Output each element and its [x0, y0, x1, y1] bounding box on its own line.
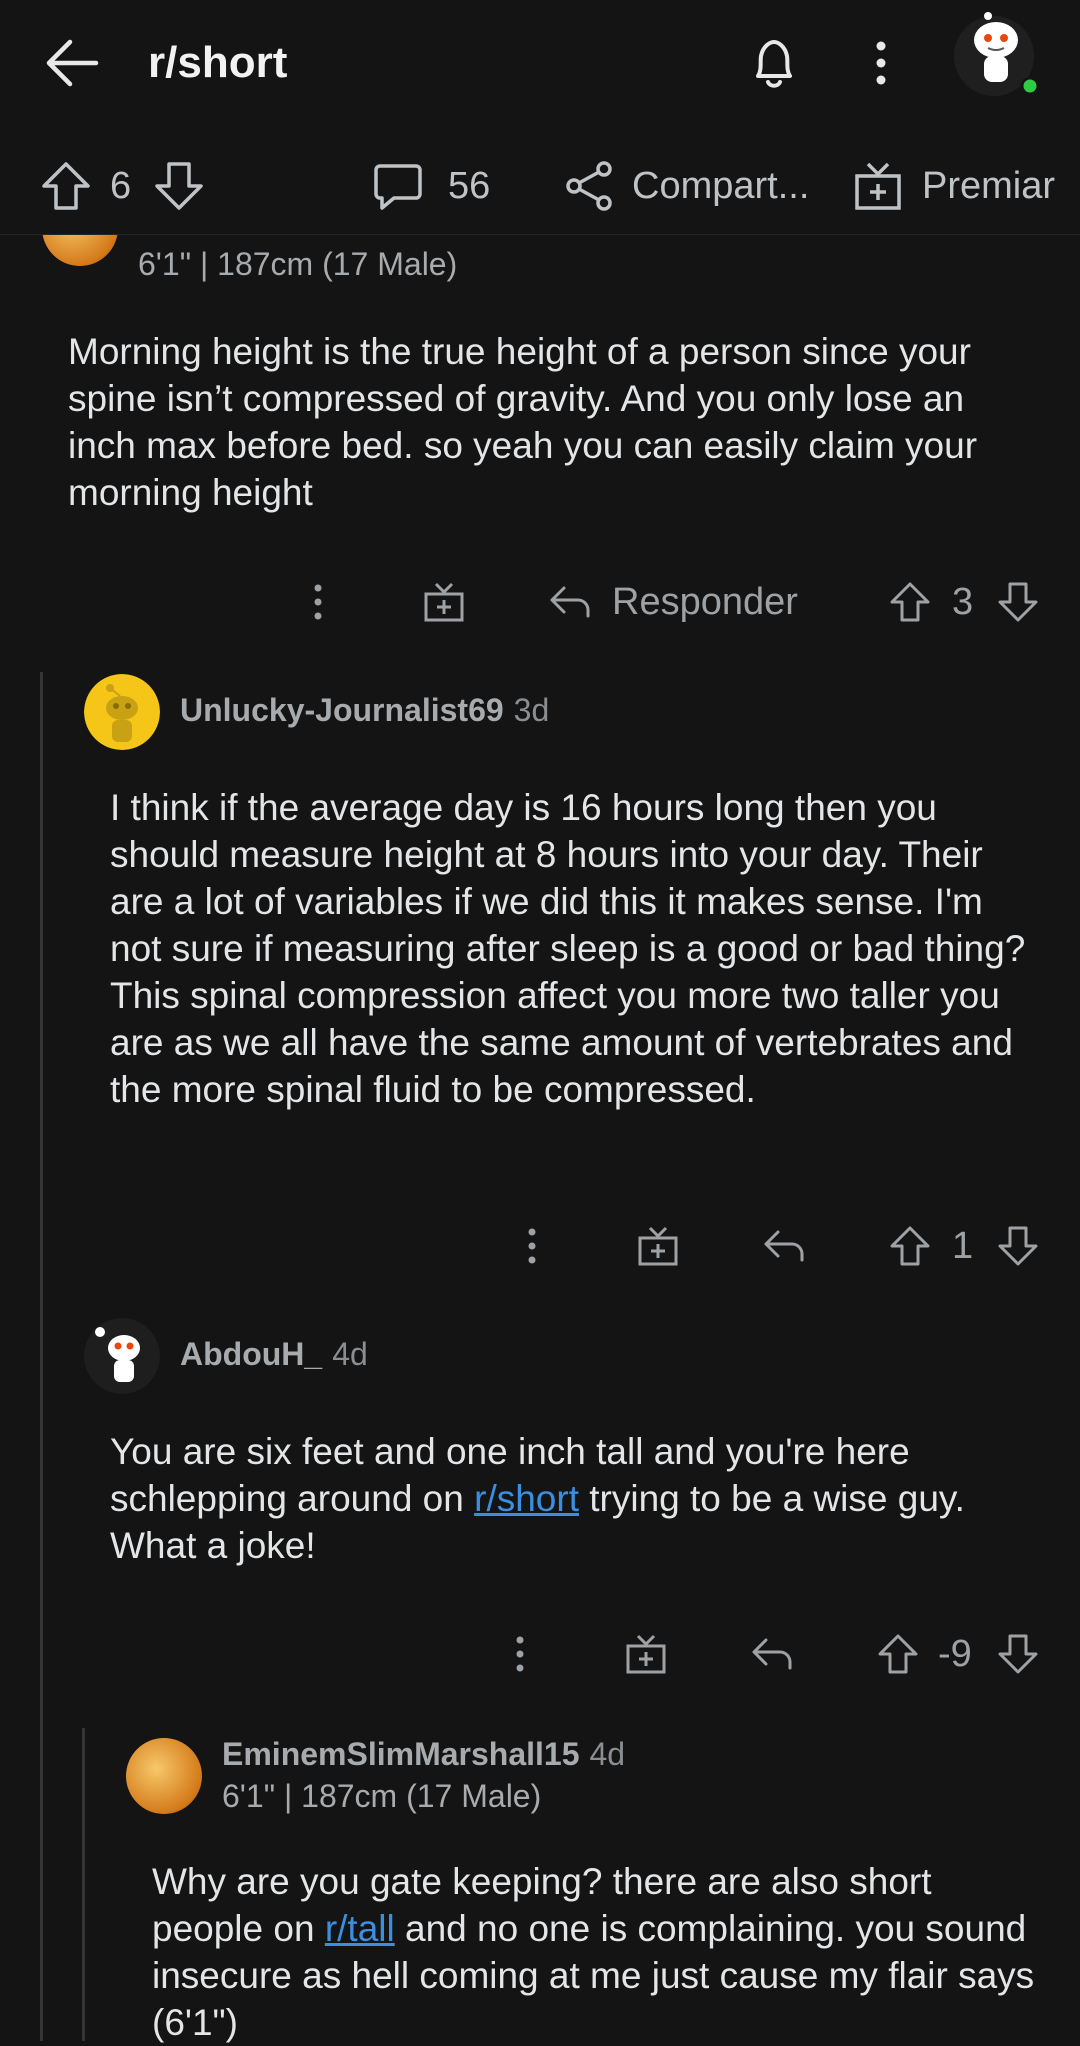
user-flair: 6'1" | 187cm (17 Male)	[222, 1778, 542, 1814]
comment-icon	[374, 164, 422, 210]
comment-author[interactable]: AbdouH_	[180, 1336, 322, 1372]
comment-age: 4d	[589, 1736, 626, 1772]
comment-body: Morning height is the true height of a p…	[68, 331, 978, 513]
downvote-icon[interactable]	[996, 1632, 1040, 1676]
upvote-icon[interactable]	[40, 160, 92, 212]
share-button[interactable]: Compart...	[564, 161, 810, 211]
comment-actions: 1	[510, 1216, 1056, 1276]
reply-icon[interactable]	[762, 1224, 806, 1268]
award-button[interactable]: Premiar	[852, 162, 1055, 210]
comment-body: I think if the average day is 16 hours l…	[110, 787, 1026, 1110]
thread-line[interactable]	[82, 1728, 85, 2041]
bell-icon[interactable]	[748, 36, 800, 92]
subreddit-link[interactable]: r/tall	[325, 1908, 395, 1949]
comment-body: Why are you gate keeping? there are also…	[152, 1858, 1042, 2046]
comment-meta: Unlucky-Journalist69 3d	[180, 692, 549, 729]
more-options-icon[interactable]	[510, 1224, 554, 1268]
back-arrow-icon[interactable]	[44, 38, 100, 88]
comment-age: 3d	[513, 692, 550, 728]
post-action-bar: 6 56 Compart... Premiar	[0, 134, 1080, 235]
downvote-icon[interactable]	[153, 160, 205, 212]
reply-icon[interactable]	[548, 580, 592, 624]
comment-age: 4d	[332, 1336, 368, 1372]
comment-avatar[interactable]	[84, 674, 160, 750]
reply-icon[interactable]	[750, 1632, 794, 1676]
comment-meta: AbdouH_ 4d	[180, 1336, 368, 1373]
comments-button[interactable]: 56	[372, 162, 490, 210]
reply-button[interactable]: Responder	[612, 581, 798, 624]
more-options-icon[interactable]	[866, 38, 896, 88]
comment-avatar[interactable]	[126, 1738, 202, 1814]
upvote-icon[interactable]	[876, 1632, 920, 1676]
comment-actions: Responder 3	[296, 572, 1056, 632]
award-label: Premiar	[922, 164, 1056, 207]
comment-author[interactable]: EminemSlimMarshall15	[222, 1736, 579, 1772]
award-icon[interactable]	[636, 1224, 680, 1268]
upvote-group: 6	[40, 162, 205, 210]
upvote-icon[interactable]	[888, 1224, 932, 1268]
more-options-icon[interactable]	[296, 580, 340, 624]
comment-avatar[interactable]	[84, 1318, 160, 1394]
share-label: Compart...	[632, 164, 810, 207]
post-score: 6	[110, 164, 132, 207]
user-flair: 6'1" | 187cm (17 Male)	[138, 246, 458, 282]
downvote-icon[interactable]	[996, 1224, 1040, 1268]
comment-score: 3	[952, 580, 974, 623]
comment-actions: -9	[498, 1624, 1056, 1684]
comment-score: -9	[938, 1632, 972, 1675]
comment-meta: EminemSlimMarshall15 4d	[222, 1736, 625, 1773]
more-options-icon[interactable]	[498, 1632, 542, 1676]
share-icon	[566, 161, 612, 211]
top-bar: r/short	[0, 0, 1080, 135]
thread-line[interactable]	[40, 672, 43, 2041]
downvote-icon[interactable]	[996, 580, 1040, 624]
comment-body: You are six feet and one inch tall and y…	[110, 1428, 1040, 1569]
user-avatar[interactable]	[952, 8, 1040, 98]
subreddit-link[interactable]: r/short	[474, 1478, 579, 1519]
award-icon[interactable]	[422, 580, 466, 624]
subreddit-title[interactable]: r/short	[148, 38, 287, 88]
award-icon[interactable]	[624, 1632, 668, 1676]
award-icon	[855, 162, 901, 210]
comment-count: 56	[448, 164, 491, 207]
upvote-icon[interactable]	[888, 580, 932, 624]
comment-author[interactable]: Unlucky-Journalist69	[180, 692, 504, 728]
comment-score: 1	[952, 1224, 974, 1267]
